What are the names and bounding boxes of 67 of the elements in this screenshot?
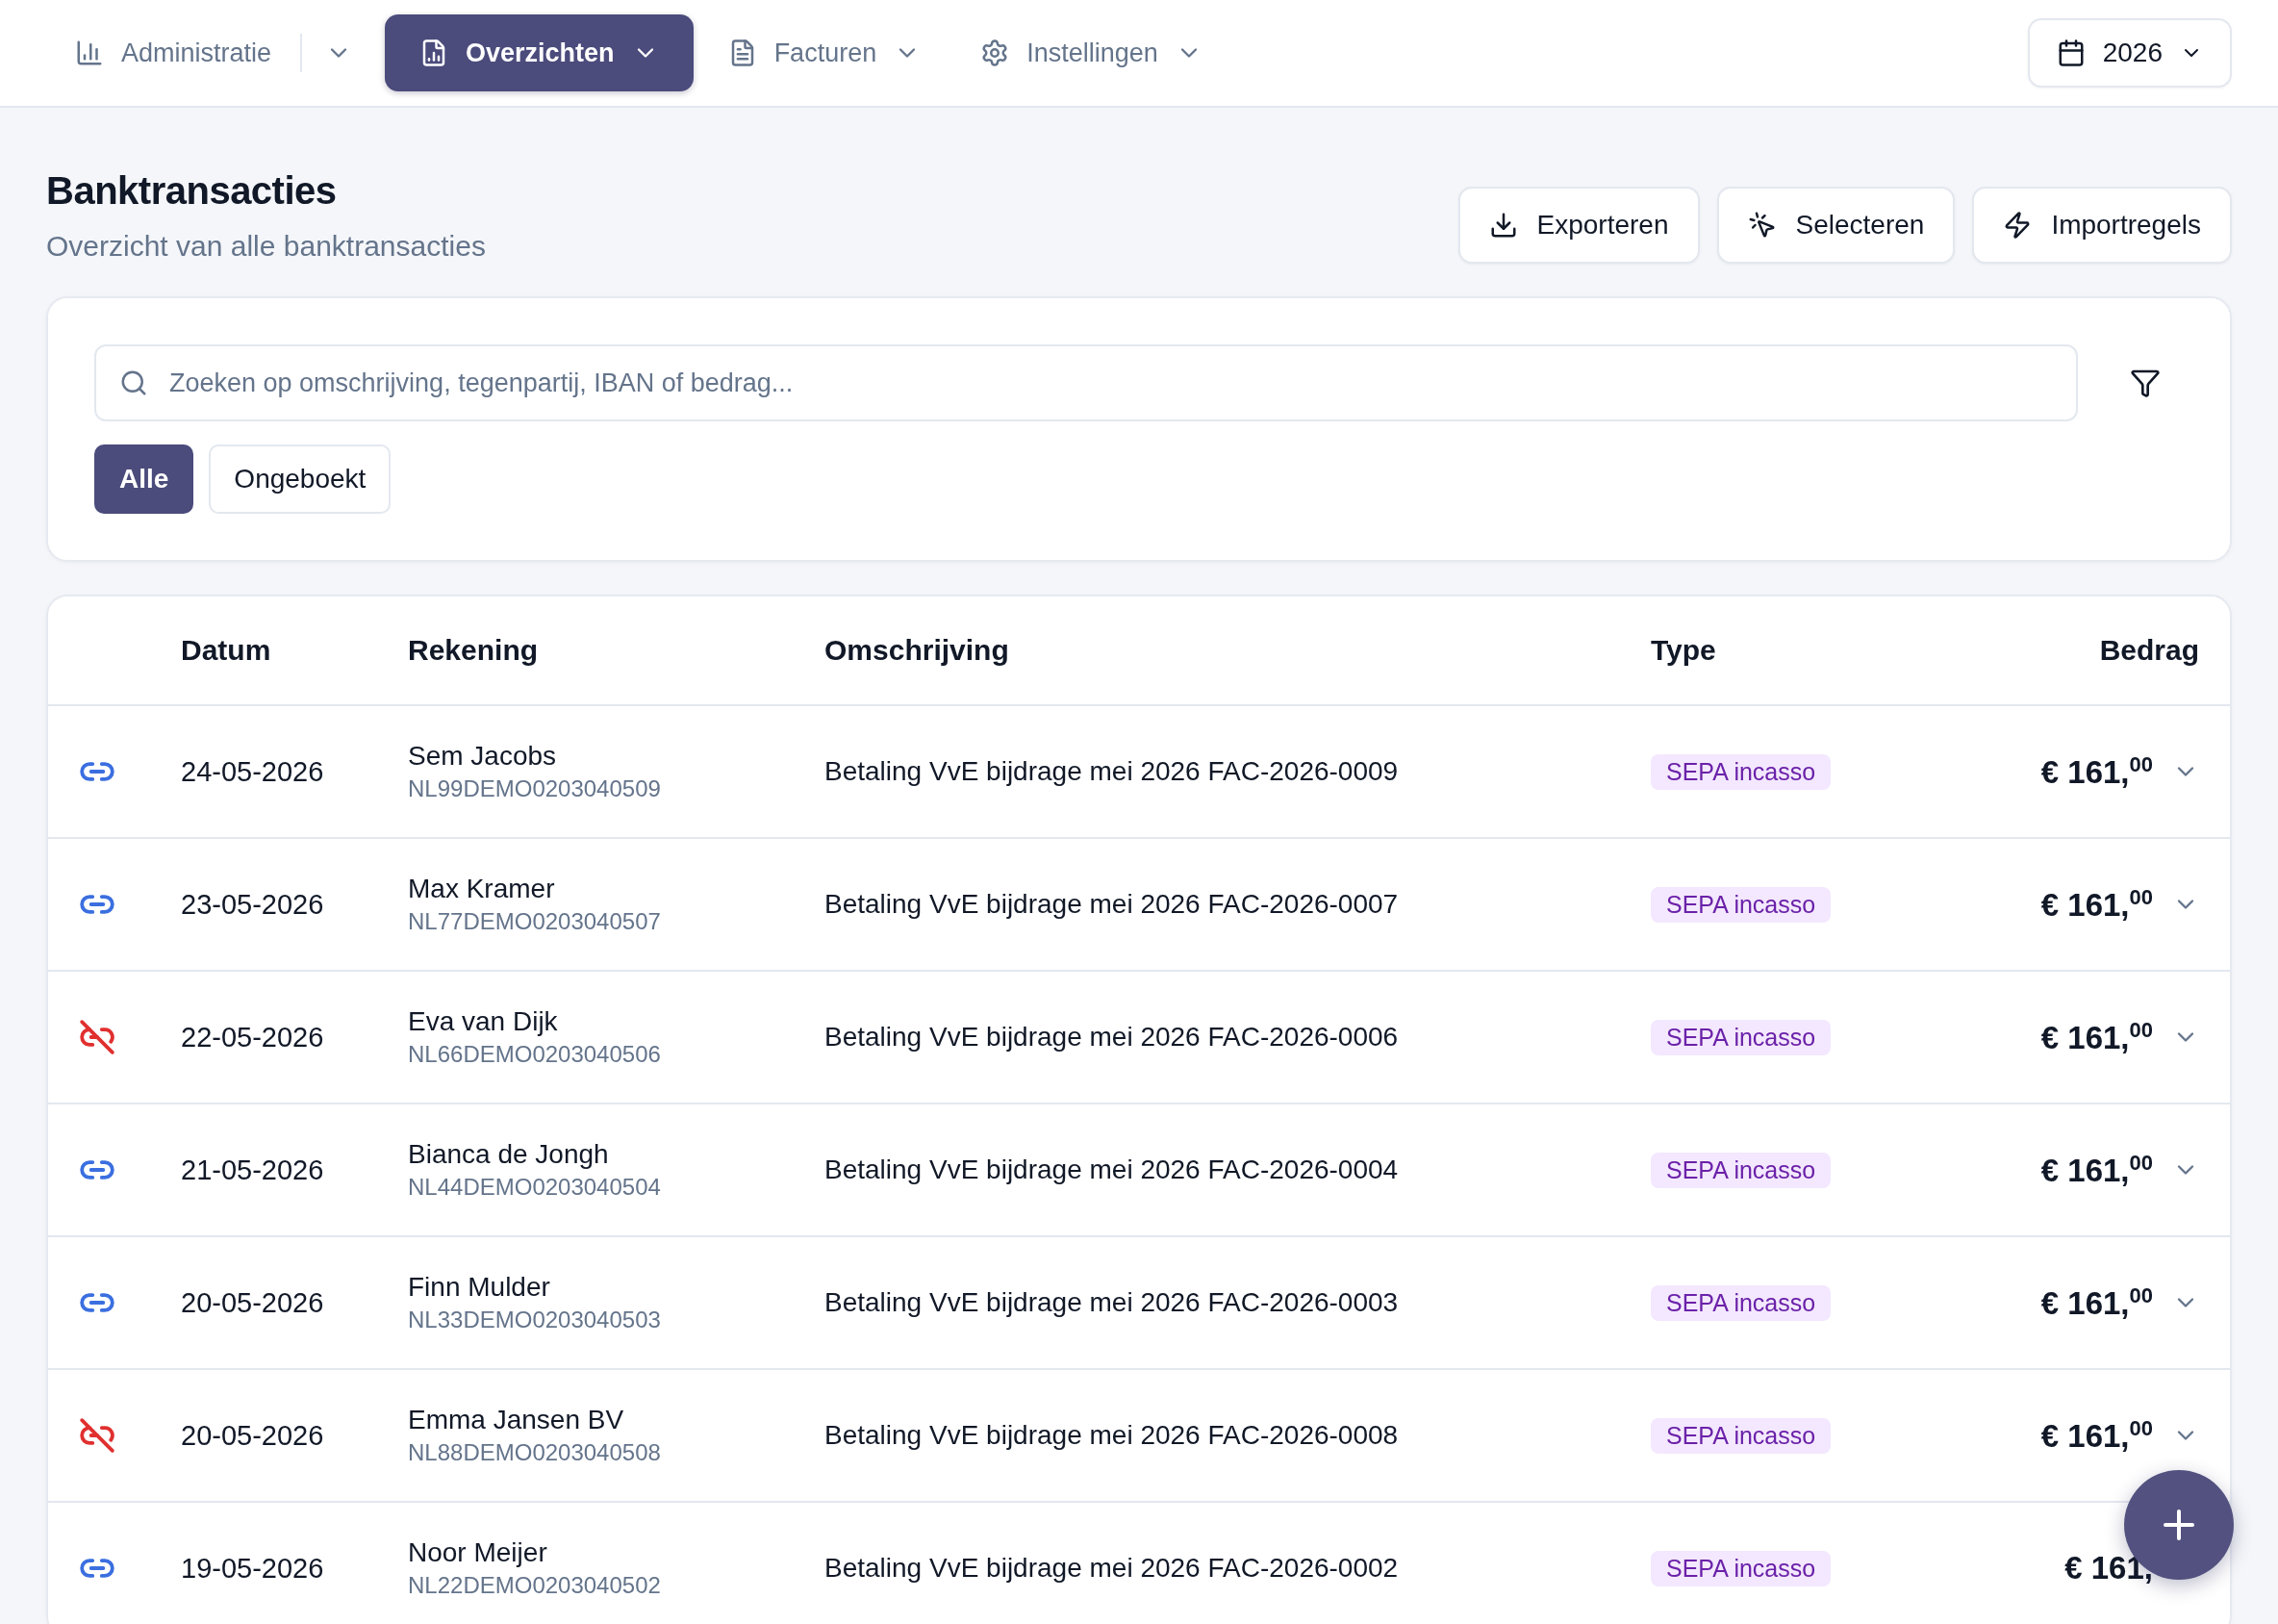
account-name: Eva van Dijk bbox=[408, 1006, 559, 1037]
description-cell-text: Betaling VvE bijdrage mei 2026 FAC-2026-0004 bbox=[824, 1155, 1400, 1185]
account-iban: NL22DEMO0203040502 bbox=[408, 1572, 662, 1599]
amount-cell: € 161,$^{00}$ bbox=[2040, 885, 2153, 924]
account-iban: NL44DEMO0203040504 bbox=[408, 1174, 662, 1201]
action-button[interactable]: Selecteren bbox=[1716, 187, 1956, 264]
column-header: Omschrijving bbox=[824, 634, 1010, 667]
settings-icon bbox=[980, 38, 1010, 67]
amount-cell: € 161,$^{00}$ bbox=[2040, 752, 2153, 791]
nav-tab[interactable]: Overzichten bbox=[385, 14, 694, 91]
date-cell-text: 24-05-2026 bbox=[181, 755, 325, 788]
search-input[interactable]: Zoeken op omschrijving, tegenpartij, IBAN of bedrag... bbox=[167, 367, 2053, 399]
page-subtitle: Overzicht van alle banktransacties bbox=[46, 230, 486, 263]
filter-chip[interactable]: Ongeboekt bbox=[209, 444, 392, 514]
column-header: Type bbox=[1651, 634, 1716, 667]
account-name: Bianca de Jongh bbox=[408, 1139, 610, 1170]
nav-tab[interactable]: Instellingen bbox=[955, 14, 1228, 91]
pointer-click-icon bbox=[1747, 211, 1777, 240]
account-name: Max Kramer bbox=[408, 874, 556, 904]
search-field[interactable]: Zoeken op omschrijving, tegenpartij, IBAN of bedrag... bbox=[94, 344, 2078, 421]
description-cell-text: Betaling VvE bijdrage mei 2026 FAC-2026-0007 bbox=[824, 889, 1400, 920]
date-cell-text: 23-05-2026 bbox=[181, 888, 325, 921]
type-tag: SEPA incasso bbox=[1651, 1019, 1832, 1055]
account-iban: NL66DEMO0203040506 bbox=[408, 1041, 662, 1068]
amount-cell: € 161,$^{00}$ bbox=[2040, 1416, 2153, 1455]
type-tag: SEPA incasso bbox=[1651, 886, 1832, 923]
page-title: Banktransacties bbox=[46, 169, 338, 213]
filter-icon bbox=[2130, 368, 2161, 398]
account-name: Noor Meijer bbox=[408, 1537, 548, 1568]
account-iban: NL88DEMO0203040508 bbox=[408, 1439, 662, 1466]
date-cell-text: 21-05-2026 bbox=[181, 1154, 325, 1186]
column-header: Rekening bbox=[408, 634, 540, 667]
account-iban: NL77DEMO0203040507 bbox=[408, 908, 662, 935]
nav-tab[interactable]: Administratie bbox=[75, 14, 297, 91]
type-tag: SEPA incasso bbox=[1651, 1550, 1832, 1586]
description-cell-text: Betaling VvE bijdrage mei 2026 FAC-2026-0002 bbox=[824, 1553, 1400, 1584]
type-tag: SEPA incasso bbox=[1651, 1152, 1832, 1188]
account-name: Emma Jansen BV bbox=[408, 1405, 625, 1435]
description-cell-text: Betaling VvE bijdrage mei 2026 FAC-2026-0009 bbox=[824, 756, 1400, 787]
column-header: Bedrag bbox=[2099, 634, 2199, 667]
calendar-icon bbox=[2056, 38, 2086, 67]
date-cell-text: 20-05-2026 bbox=[181, 1286, 325, 1319]
amount-cell: € 161, bbox=[2064, 1550, 2153, 1586]
account-iban: NL99DEMO0203040509 bbox=[408, 775, 662, 802]
type-tag: SEPA incasso bbox=[1651, 753, 1832, 790]
amount-cell: € 161,$^{00}$ bbox=[2040, 1151, 2153, 1189]
column-header: Datum bbox=[181, 634, 272, 667]
description-cell-text: Betaling VvE bijdrage mei 2026 FAC-2026-0006 bbox=[824, 1022, 1400, 1053]
amount-cell: € 161,$^{00}$ bbox=[2040, 1283, 2153, 1322]
nav-tab[interactable]: Facturen bbox=[702, 14, 947, 91]
description-cell-text: Betaling VvE bijdrage mei 2026 FAC-2026-0008 bbox=[824, 1420, 1400, 1451]
type-tag: SEPA incasso bbox=[1651, 1417, 1832, 1454]
chart-icon bbox=[75, 38, 104, 67]
date-cell-text: 20-05-2026 bbox=[181, 1419, 325, 1452]
account-name: Sem Jacobs bbox=[408, 741, 558, 772]
type-tag: SEPA incasso bbox=[1651, 1284, 1832, 1321]
action-button[interactable]: Importregels bbox=[1972, 187, 2232, 264]
search-icon bbox=[119, 368, 148, 397]
description-cell-text: Betaling VvE bijdrage mei 2026 FAC-2026-0003 bbox=[824, 1287, 1400, 1318]
year-picker[interactable]: 2026 bbox=[2027, 18, 2232, 88]
filter-chip[interactable]: Alle bbox=[94, 444, 194, 514]
account-iban: NL33DEMO0203040503 bbox=[408, 1307, 662, 1333]
date-cell-text: 19-05-2026 bbox=[181, 1552, 325, 1585]
action-button[interactable]: Exporteren bbox=[1457, 187, 1700, 264]
date-cell-text: 22-05-2026 bbox=[181, 1021, 325, 1053]
account-name: Finn Mulder bbox=[408, 1272, 551, 1303]
amount-cell: € 161,$^{00}$ bbox=[2040, 1018, 2153, 1056]
